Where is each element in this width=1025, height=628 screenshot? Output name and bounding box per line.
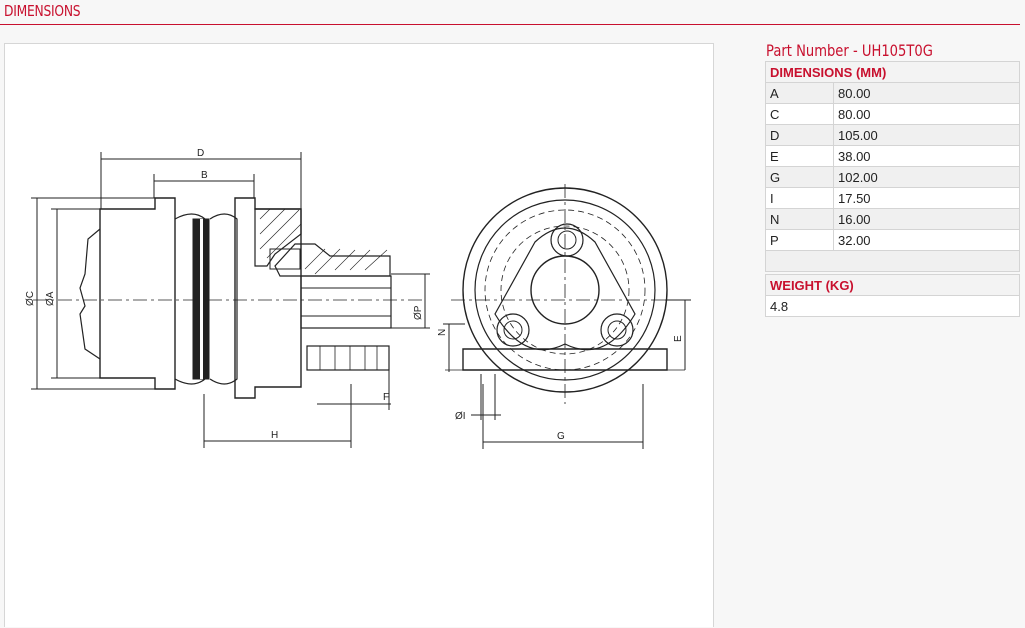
table-row: D 105.00 [765,124,1020,146]
dimension-key: P [765,229,834,251]
table-row: N 16.00 [765,208,1020,230]
drawing-label-a: ØA [45,291,56,306]
technical-drawing: D B ØC ØA ØP F H N E ØI G [25,148,691,449]
dimension-key: C [765,103,834,125]
drawing-label-f: F [383,392,389,403]
table-row: E 38.00 [765,145,1020,167]
drawing-label-d: D [197,148,204,159]
dimension-value: 102.00 [833,166,1020,188]
drawing-label-b: B [201,170,208,181]
dimensions-table: DIMENSIONS (MM) A 80.00 C 80.00 D 105.00 E3… [765,61,1020,272]
dimension-value: 17.50 [833,187,1020,209]
drawing-label-i: ØI [455,411,466,422]
table-row: G 102.00 [765,166,1020,188]
dimension-key: A [765,82,834,104]
table-row: A 80.00 [765,82,1020,104]
section-title-rule [0,24,1020,25]
dimension-key: I [765,187,834,209]
dimension-value: 38.00 [833,145,1020,167]
drawing-label-p: ØP [413,305,424,320]
table-row: C 80.00 [765,103,1020,125]
dimension-value: 80.00 [833,103,1020,125]
table-row: 4.8 [765,295,1020,317]
section-title: DIMENSIONS [4,2,81,20]
drawing-label-e: E [673,335,684,342]
dimension-key: D [765,124,834,146]
drawing-label-g: G [557,431,565,442]
dimensions-header: DIMENSIONS (MM) [765,61,1020,83]
technical-drawing-panel: D B ØC ØA ØP F H N E ØI G [4,43,714,627]
dimension-key: E [765,145,834,167]
weight-table: WEIGHT (KG) 4.8 [765,274,1020,317]
dimension-value: 80.00 [833,82,1020,104]
part-number: Part Number - UH105T0G [766,41,933,60]
dimension-key: G [765,166,834,188]
drawing-label-c: ØC [25,291,36,306]
table-row: P 32.00 [765,229,1020,251]
dimension-value: 32.00 [833,229,1020,251]
table-row: I 17.50 [765,187,1020,209]
table-spacer-row [765,250,1020,272]
dimension-key: N [765,208,834,230]
drawing-label-n: N [437,329,448,336]
drawing-label-h: H [271,430,278,441]
weight-value: 4.8 [765,295,1020,317]
dimension-value: 16.00 [833,208,1020,230]
weight-header: WEIGHT (KG) [765,274,1020,296]
dimension-value: 105.00 [833,124,1020,146]
